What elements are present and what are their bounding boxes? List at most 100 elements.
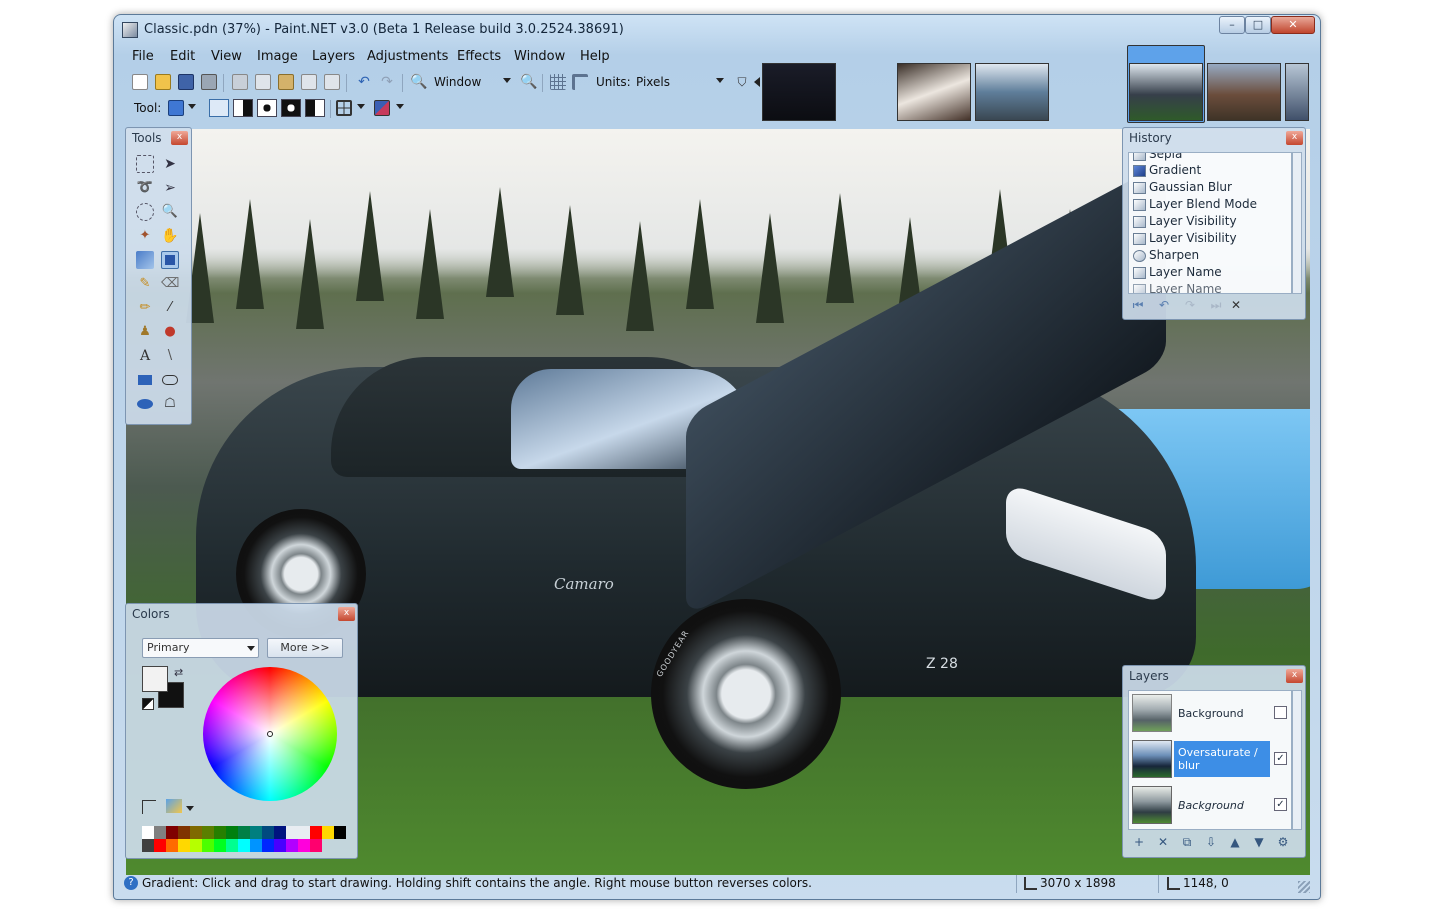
paint-bucket-icon[interactable] [136, 251, 154, 269]
redo-icon[interactable]: ↷ [1183, 298, 1197, 312]
rectangle-icon[interactable] [138, 375, 152, 385]
paintbrush-icon[interactable]: ✎ [136, 275, 154, 293]
history-item[interactable]: Layer Blend Mode [1131, 197, 1291, 213]
current-tool-icon[interactable] [168, 100, 184, 116]
layer-properties-icon[interactable]: ⚙ [1275, 834, 1291, 850]
fill-mode-left-button[interactable] [233, 99, 253, 117]
move-layer-up-icon[interactable]: ▲ [1227, 834, 1243, 850]
color-wheel[interactable] [203, 667, 337, 801]
print-icon[interactable] [201, 74, 217, 90]
layer-row[interactable]: Oversaturate / blur ✓ [1130, 737, 1290, 781]
freeform-shape-icon[interactable]: ☖ [161, 395, 179, 413]
add-layer-icon[interactable]: + [1131, 834, 1147, 850]
fill-mode-outline-button[interactable] [209, 99, 229, 117]
more-colors-button[interactable]: More >> [267, 638, 343, 658]
close-button[interactable]: ✕ [1271, 16, 1315, 34]
layer-visibility-checkbox[interactable]: ✓ [1274, 798, 1287, 811]
eraser-icon[interactable]: ⌫ [161, 275, 179, 293]
layer-row[interactable]: Background ✓ [1130, 783, 1290, 827]
zoom-icon[interactable]: 🔍 [161, 203, 179, 221]
paste-icon[interactable] [278, 74, 294, 90]
move-layer-down-icon[interactable]: ▼ [1251, 834, 1267, 850]
blend-mode-icon[interactable] [374, 100, 390, 116]
merge-layer-down-icon[interactable]: ⇩ [1203, 834, 1219, 850]
deselect-icon[interactable] [324, 74, 340, 90]
clone-stamp-icon[interactable]: ♟ [136, 323, 154, 341]
history-item[interactable]: Gradient [1131, 163, 1291, 179]
open-icon[interactable] [155, 74, 171, 90]
line-curve-icon[interactable]: \ [161, 347, 179, 365]
zoom-out-icon[interactable]: 🔍 [410, 74, 427, 90]
zoom-combo[interactable]: Window [430, 73, 520, 93]
gradient-icon[interactable] [161, 251, 179, 269]
rounded-rectangle-icon[interactable] [162, 375, 178, 385]
menu-edit[interactable]: Edit [170, 49, 195, 64]
history-item[interactable]: Sharpen [1131, 248, 1291, 264]
color-palette[interactable] [142, 826, 348, 852]
layer-row[interactable]: Background [1130, 691, 1290, 735]
redo-icon[interactable]: ↷ [379, 74, 395, 90]
reset-colors-icon[interactable] [142, 698, 154, 710]
thumbnail-image-selected[interactable] [1129, 63, 1203, 121]
fill-mode-radial-button[interactable] [281, 99, 301, 117]
delete-layer-icon[interactable]: ✕ [1155, 834, 1171, 850]
menu-adjustments[interactable]: Adjustments [367, 49, 448, 64]
thumbnail-image[interactable] [897, 63, 971, 121]
save-icon[interactable] [178, 74, 194, 90]
chevron-down-icon[interactable] [396, 104, 404, 109]
rewind-icon[interactable]: ⏮ [1131, 298, 1145, 312]
ellipse-select-icon[interactable] [136, 203, 154, 221]
chevron-down-icon[interactable] [188, 104, 196, 109]
menu-effects[interactable]: Effects [457, 49, 501, 64]
menu-layers[interactable]: Layers [312, 49, 355, 64]
pan-hand-icon[interactable]: ✋ [161, 227, 179, 245]
primary-color-swatch[interactable] [142, 666, 168, 692]
antialiasing-icon[interactable] [336, 100, 352, 116]
delete-history-icon[interactable]: ✕ [1229, 298, 1243, 312]
crop-icon[interactable] [301, 74, 317, 90]
new-icon[interactable] [132, 74, 148, 90]
color-mode-select[interactable]: Primary [142, 638, 259, 658]
menu-help[interactable]: Help [580, 49, 610, 64]
thumbnail-image[interactable] [975, 63, 1049, 121]
minimize-button[interactable]: – [1219, 16, 1245, 34]
thumbnail-image[interactable] [1207, 63, 1281, 121]
layers-scrollbar[interactable] [1292, 690, 1302, 830]
scroll-left-icon[interactable] [754, 77, 760, 87]
history-item[interactable]: Layer Visibility [1131, 231, 1291, 247]
rulers-icon[interactable] [572, 74, 588, 90]
thumbnail-menu-icon[interactable]: ⛉ [734, 74, 750, 90]
history-item[interactable]: Layer Visibility [1131, 214, 1291, 230]
units-combo[interactable]: Pixels [632, 73, 722, 93]
undo-icon[interactable]: ↶ [356, 74, 372, 90]
chevron-down-icon[interactable] [503, 78, 511, 83]
fill-mode-right-button[interactable] [305, 99, 325, 117]
pencil-icon[interactable]: ✏ [136, 299, 154, 317]
duplicate-layer-icon[interactable]: ⧉ [1179, 834, 1195, 850]
fast-forward-icon[interactable]: ⏭ [1209, 298, 1223, 312]
title-bar[interactable]: Classic.pdn (37%) - Paint.NET v3.0 (Beta… [114, 15, 1320, 45]
menu-image[interactable]: Image [257, 49, 298, 64]
grid-icon[interactable] [550, 74, 566, 90]
resize-grip-icon[interactable] [1298, 881, 1310, 893]
fill-mode-center-button[interactable] [257, 99, 277, 117]
palette-options-icon[interactable] [142, 800, 156, 814]
color-picker-icon[interactable]: ⁄ [161, 299, 179, 317]
thumbnail-image[interactable] [1285, 63, 1309, 121]
menu-window[interactable]: Window [514, 49, 565, 64]
menu-view[interactable]: View [211, 49, 242, 64]
palette-menu-icon[interactable] [166, 799, 182, 813]
history-item[interactable]: Sepia [1131, 153, 1291, 163]
chevron-down-icon[interactable] [186, 806, 194, 811]
history-item[interactable]: Layer Name [1131, 282, 1291, 293]
magic-wand-icon[interactable]: ✦ [136, 227, 154, 245]
close-icon[interactable]: x [1286, 131, 1303, 145]
close-icon[interactable]: x [1286, 669, 1303, 683]
close-icon[interactable]: x [171, 131, 188, 145]
move-pixels-icon[interactable]: ➢ [161, 179, 179, 197]
layer-visibility-checkbox[interactable] [1274, 706, 1287, 719]
thumbnail-image[interactable] [762, 63, 836, 121]
layer-visibility-checkbox[interactable]: ✓ [1274, 752, 1287, 765]
close-icon[interactable]: x [338, 607, 355, 621]
history-scrollbar[interactable] [1292, 152, 1302, 294]
